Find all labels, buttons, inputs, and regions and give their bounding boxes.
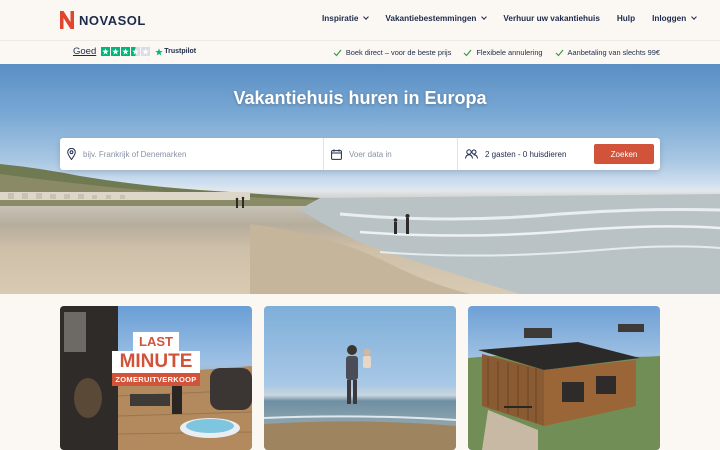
star-icon <box>101 47 111 56</box>
rating-label: Goed <box>73 46 97 57</box>
usp-text: Boek direct – voor de beste prijs <box>345 48 452 57</box>
nav-inloggen[interactable]: Inloggen <box>652 14 698 23</box>
trustpilot-label: Trustpilot <box>164 48 197 55</box>
check-icon <box>555 49 564 56</box>
chevron-down-icon <box>691 14 698 20</box>
hero-banner: Vakantiehuis huren in Europa bijv. Frank… <box>0 64 720 294</box>
destination-field[interactable]: bijv. Frankrijk of Denemarken <box>60 138 324 170</box>
search-bar: bijv. Frankrijk of Denemarken Voer data … <box>60 138 660 170</box>
check-icon <box>463 49 472 56</box>
date-field[interactable]: Voer data in <box>324 138 458 170</box>
nav-label: Inloggen <box>652 14 687 23</box>
hero-title: Vakantiehuis huren in Europa <box>233 88 487 108</box>
wooden-house-image <box>468 324 660 450</box>
nav-label: Hulp <box>616 14 636 23</box>
trust-bar: Goed Trustpilot Boek direct – voor de be… <box>0 40 720 64</box>
chevron-down-icon <box>363 14 370 20</box>
site-header: NOVASOL Inspiratie Vakantiebestemmingen … <box>0 0 720 40</box>
people-icon <box>465 149 478 159</box>
badge-line-3: ZOMERUITVERKOOP <box>112 373 200 386</box>
usp-list: Boek direct – voor de beste prijs Flexib… <box>333 48 660 57</box>
badge-line-2: MINUTE <box>112 351 200 373</box>
chevron-down-icon <box>481 14 488 20</box>
nav-label: Verhuur uw vakantiehuis <box>503 14 600 23</box>
nav-label: Vakantiebestemmingen <box>385 14 477 23</box>
nav-inspiratie[interactable]: Inspiratie <box>322 14 370 23</box>
check-icon <box>333 49 342 56</box>
guests-field[interactable]: 2 gasten - 0 huisdieren <box>458 138 588 170</box>
calendar-icon <box>331 148 342 160</box>
star-icon <box>111 47 121 56</box>
trustpilot-logo: Trustpilot <box>155 47 197 56</box>
usp-item: Aanbetaling van slechts 99€ <box>555 48 660 57</box>
destination-placeholder: bijv. Frankrijk of Denemarken <box>83 149 187 159</box>
star-icon <box>121 47 131 56</box>
star-empty-icon <box>141 47 151 56</box>
date-placeholder: Voer data in <box>349 149 392 159</box>
promo-cards: LAST MINUTE ZOMERUITVERKOOP <box>60 306 660 450</box>
guests-value: 2 gasten - 0 huisdieren <box>485 149 567 159</box>
rating-stars <box>101 47 151 56</box>
usp-text: Flexibele annulering <box>476 48 543 57</box>
trustpilot-rating[interactable]: Goed Trustpilot <box>73 46 196 57</box>
logo-text: NOVASOL <box>79 12 146 28</box>
novasol-logo[interactable]: NOVASOL <box>60 11 146 29</box>
novasol-logo-icon <box>60 11 74 29</box>
beach-family-image <box>264 345 456 450</box>
beach-family-card[interactable] <box>264 306 456 450</box>
last-minute-card[interactable]: LAST MINUTE ZOMERUITVERKOOP <box>60 306 252 450</box>
usp-text: Aanbetaling van slechts 99€ <box>567 48 660 57</box>
badge-line-1: LAST <box>133 332 179 351</box>
main-nav: Inspiratie Vakantiebestemmingen Verhuur … <box>322 14 698 23</box>
nav-hulp[interactable]: Hulp <box>617 14 635 23</box>
nav-vakantiebestemmingen[interactable]: Vakantiebestemmingen <box>385 14 488 23</box>
nav-label: Inspiratie <box>322 14 359 23</box>
trustpilot-star-icon <box>155 47 164 56</box>
nav-verhuur[interactable]: Verhuur uw vakantiehuis <box>503 14 599 23</box>
search-button[interactable]: Zoeken <box>594 144 654 164</box>
last-minute-badge: LAST MINUTE ZOMERUITVERKOOP <box>112 332 200 386</box>
star-half-icon <box>131 47 141 56</box>
holiday-house-card[interactable] <box>468 306 660 450</box>
usp-item: Boek direct – voor de beste prijs <box>333 48 452 57</box>
usp-item: Flexibele annulering <box>463 48 543 57</box>
location-pin-icon <box>67 148 76 160</box>
